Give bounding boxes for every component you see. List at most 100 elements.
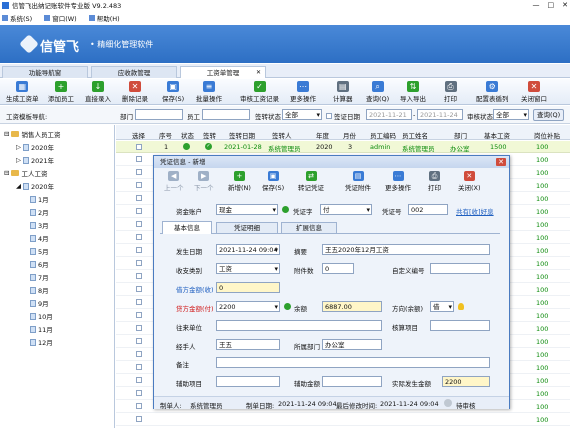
more-op-button[interactable]: ⋯ 更多操作 [290, 81, 316, 103]
row-checkbox[interactable] [136, 364, 142, 370]
sign-date-checkbox[interactable] [326, 113, 332, 119]
attach-input[interactable]: 0 [322, 263, 354, 274]
row-checkbox[interactable] [136, 273, 142, 279]
menu-window[interactable]: 窗口(W) [44, 13, 77, 23]
col-header[interactable]: 签转人 [272, 130, 292, 140]
table-row[interactable]: 100 [116, 413, 570, 426]
row-checkbox[interactable] [136, 338, 142, 344]
col-header[interactable]: 状态 [181, 130, 194, 140]
dialog-save-button[interactable]: ▣ 保存(S) [262, 171, 284, 192]
minimize-button[interactable]: — [533, 1, 540, 9]
new-button[interactable]: + 新增(N) [228, 171, 251, 192]
row-checkbox[interactable] [136, 351, 142, 357]
tree-node[interactable]: ⊟ 销售人员工资 [4, 129, 60, 139]
handler-input[interactable]: 王五 [216, 339, 280, 350]
tab-nav[interactable]: 功能导航窗 [2, 66, 88, 78]
dialog-print-button[interactable]: ⎙ 打印 [428, 171, 441, 192]
date-from-input[interactable]: 2021-11-21 [366, 109, 412, 120]
close-window-button[interactable]: ✕ [562, 1, 568, 9]
row-checkbox[interactable] [136, 156, 142, 162]
voucher-no-input[interactable]: 002 [408, 204, 448, 215]
delete-record-button[interactable]: ✕ 删除记录 [122, 81, 148, 103]
tab-extended-info[interactable]: 扩展信息 [281, 222, 337, 233]
tree-node[interactable]: 5月 [30, 246, 49, 256]
tree-node[interactable]: 1月 [30, 194, 49, 204]
next-button[interactable]: ▶ 下一个 [194, 171, 214, 192]
dialog-more-button[interactable]: ⋯ 更多操作 [385, 171, 411, 192]
table-row[interactable]: 1 ✓ 2021-01-28 系统管理员 2020 3 admin 系统管理员 … [116, 141, 570, 153]
tree-node[interactable]: 2月 [30, 207, 49, 217]
date-to-input[interactable]: 2021-11-24 [417, 109, 463, 120]
tree-node[interactable]: 7月 [30, 272, 49, 282]
dialog-close-button[interactable]: ✕ [496, 158, 506, 166]
row-checkbox[interactable] [136, 195, 142, 201]
menu-system[interactable]: 系统(S) [2, 13, 32, 23]
row-checkbox[interactable] [136, 325, 142, 331]
attachment-button[interactable]: ▤ 凭证附件 [345, 171, 371, 192]
col-header[interactable]: 岗位补贴 [534, 130, 560, 140]
tab-voucher-detail[interactable]: 凭证明细 [216, 222, 278, 233]
unit-input[interactable] [216, 320, 382, 331]
calculator-button[interactable]: ▤ 计算器 [333, 81, 353, 103]
debit-input[interactable]: 0 [216, 282, 280, 293]
tab-receivables[interactable]: 应收款管理 [91, 66, 177, 78]
aux-item-input[interactable] [216, 376, 280, 387]
tree-node[interactable]: 8月 [30, 285, 49, 295]
col-header[interactable]: 部门 [454, 130, 467, 140]
row-checkbox[interactable] [136, 416, 142, 422]
row-checkbox[interactable] [136, 377, 142, 383]
row-checkbox[interactable] [136, 260, 142, 266]
row-checkbox[interactable] [136, 403, 142, 409]
sign-date-filter[interactable]: 签证日期 [326, 111, 360, 121]
tree-node[interactable]: ⊟ 工人工资 [4, 168, 47, 178]
dept-input[interactable]: 办公室 [322, 339, 382, 350]
account-select[interactable]: 现金 [216, 204, 278, 215]
row-checkbox[interactable] [136, 221, 142, 227]
tree-node[interactable]: 4月 [30, 233, 49, 243]
dialog-close-tool-button[interactable]: ✕ 关闭(X) [458, 171, 481, 192]
tree-node[interactable]: ▷ 2020年 [16, 142, 54, 152]
row-checkbox[interactable] [136, 169, 142, 175]
menu-help[interactable]: 帮助(H) [88, 13, 120, 23]
pay-type-select[interactable]: 工资 [216, 263, 280, 274]
tab-basic-info[interactable]: 基本信息 [162, 221, 212, 234]
config-columns-button[interactable]: ⚙ 配置表循列 [476, 81, 509, 103]
row-checkbox[interactable] [136, 247, 142, 253]
tab-close-icon[interactable]: ✕ [256, 67, 261, 79]
voucher-word-select[interactable]: 付 [320, 204, 372, 215]
row-checkbox[interactable] [136, 312, 142, 318]
batch-op-button[interactable]: ≡ 批量操作 [196, 81, 222, 103]
col-header[interactable]: 员工姓名 [402, 130, 428, 140]
row-checkbox[interactable] [136, 144, 142, 150]
import-export-button[interactable]: ⇅ 导入导出 [400, 81, 426, 103]
note-input[interactable] [216, 357, 490, 368]
transfer-voucher-button[interactable]: ⇄ 转记凭证 [298, 171, 324, 192]
tree-node[interactable]: ▷ 2021年 [16, 155, 54, 165]
summary-input[interactable]: 王五2020年12月工资 [322, 244, 490, 255]
tree-node[interactable]: 10月 [30, 311, 53, 321]
audit-salary-button[interactable]: ✓ 审核工资记录 [240, 81, 279, 103]
aux-amount-input[interactable] [322, 376, 382, 387]
share-link[interactable]: 共有[收]好息 [456, 206, 494, 216]
row-checkbox[interactable] [136, 182, 142, 188]
col-header[interactable]: 选择 [132, 130, 145, 140]
row-checkbox[interactable] [136, 234, 142, 240]
audit-status-select[interactable]: 全部 [493, 109, 529, 120]
tab-salary[interactable]: 工资单管理 ✕ [180, 66, 266, 78]
custom-no-input[interactable] [430, 263, 490, 274]
direct-input-button[interactable]: ↓ 直接录入 [85, 81, 111, 103]
col-header[interactable]: 月份 [343, 130, 356, 140]
staff-input[interactable] [202, 109, 250, 120]
col-header[interactable]: 序号 [159, 130, 172, 140]
tree-node[interactable]: ◢ 2020年 [16, 181, 54, 191]
filter-query-button[interactable]: 查询(Q) [533, 109, 565, 121]
col-header[interactable]: 员工编码 [370, 130, 396, 140]
occur-date-input[interactable]: 2021-11-24 09:04 [216, 244, 280, 255]
sign-status-select[interactable]: 全部 [282, 109, 322, 120]
maximize-button[interactable]: □ [548, 1, 555, 9]
col-header[interactable]: 签转 [203, 130, 216, 140]
tree-node[interactable]: 3月 [30, 220, 49, 230]
row-checkbox[interactable] [136, 299, 142, 305]
col-header[interactable]: 基本工资 [484, 130, 510, 140]
prev-button[interactable]: ◀ 上一个 [164, 171, 184, 192]
